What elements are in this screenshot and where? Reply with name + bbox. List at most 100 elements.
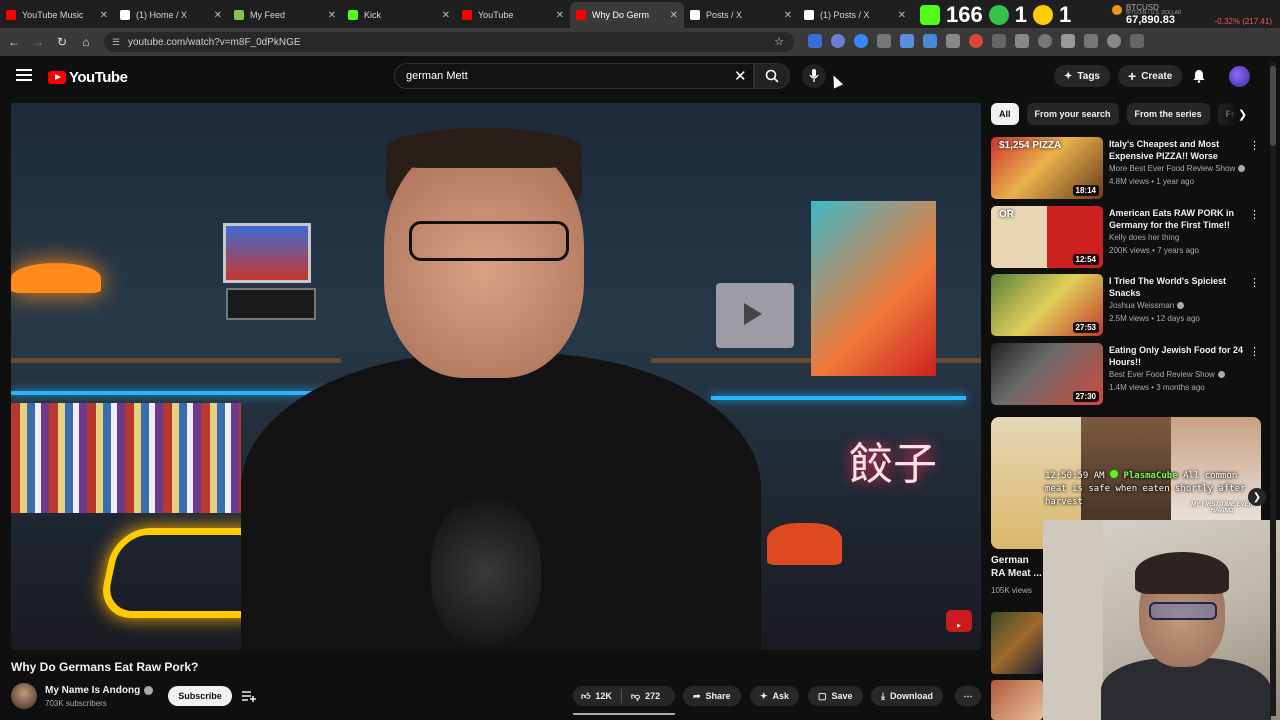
filter-chips: AllFrom your searchFrom the seriesFr: [991, 103, 1243, 125]
recommendation-card[interactable]: 27:30 Eating Only Jewish Food for 24 Hour…: [991, 343, 1261, 407]
zoom-icon[interactable]: [1107, 34, 1121, 48]
bookmark-star-icon[interactable]: ☆: [774, 35, 784, 48]
extension-icon[interactable]: [969, 34, 983, 48]
recommendation-channel[interactable]: Best Ever Food Review Show: [1109, 370, 1225, 379]
back-icon[interactable]: ←: [2, 35, 26, 49]
browser-tab[interactable]: Kick ✕: [342, 2, 456, 28]
hamburger-menu-icon[interactable]: [16, 69, 32, 81]
recommendation-title[interactable]: I Tried The World's Spiciest Snacks: [1109, 275, 1247, 299]
extension-icon[interactable]: [877, 34, 891, 48]
youtube-logo-text: YouTube: [69, 69, 128, 86]
more-actions-button[interactable]: ⋯: [955, 686, 981, 706]
subscribe-button[interactable]: Subscribe: [168, 686, 232, 706]
recommendation-channel[interactable]: Joshua Weissman: [1109, 301, 1185, 310]
recommendation-card[interactable]: $1,254 PIZZA 18:14 Italy's Cheapest and Mo…: [991, 137, 1261, 201]
close-tab-icon[interactable]: ✕: [442, 10, 450, 21]
address-bar[interactable]: ☰ youtube.com/watch?v=m8F_0dPkNGE ☆: [104, 32, 794, 52]
close-tab-icon[interactable]: ✕: [898, 10, 906, 21]
recommendation-title[interactable]: Eating Only Jewish Food for 24 Hours!!: [1109, 344, 1247, 368]
recommendation-thumbnail[interactable]: [991, 612, 1043, 674]
dislike-button[interactable]: 👎︎ 272: [631, 691, 660, 702]
browser-tab[interactable]: YouTube ✕: [456, 2, 570, 28]
close-tab-icon[interactable]: ✕: [670, 10, 678, 21]
extension-icon[interactable]: [831, 34, 845, 48]
add-to-playlist-icon[interactable]: [242, 690, 256, 702]
tags-button[interactable]: ✦ Tags: [1054, 65, 1110, 87]
recommendation-thumbnail[interactable]: $1,254 PIZZA 18:14: [991, 137, 1103, 199]
menu-icon[interactable]: [1130, 34, 1144, 48]
recommendation-title[interactable]: Italy's Cheapest and Most Expensive PIZZ…: [1109, 138, 1247, 162]
chat-timestamp: 12:50:59 AM: [1045, 471, 1105, 481]
more-vertical-icon[interactable]: ⋮: [1249, 208, 1260, 221]
subscribe-watermark-icon[interactable]: ▶: [946, 610, 972, 632]
extension-icon[interactable]: [946, 34, 960, 48]
search-input[interactable]: german Mett: [394, 63, 754, 89]
recommendation-title[interactable]: American Eats RAW PORK in Germany for th…: [1109, 207, 1247, 231]
extension-icon[interactable]: [808, 34, 822, 48]
shelf-video-title[interactable]: German RA Meat ...: [991, 554, 1043, 580]
filter-chip[interactable]: From your search: [1026, 103, 1119, 125]
create-button[interactable]: + Create: [1118, 65, 1183, 87]
close-tab-icon[interactable]: ✕: [214, 10, 222, 21]
play-button-award: [716, 283, 794, 348]
recommendation-channel[interactable]: Kelly does her thing: [1109, 233, 1179, 242]
filter-chip[interactable]: From the series: [1126, 103, 1210, 125]
site-info-icon[interactable]: ☰: [112, 37, 120, 48]
browser-tab[interactable]: YouTube Music ✕: [0, 2, 114, 28]
video-player[interactable]: 餃子 ▶: [11, 103, 981, 650]
filter-chip[interactable]: All: [991, 103, 1019, 125]
channel-avatar[interactable]: [11, 683, 37, 709]
recommendation-channel[interactable]: More Best Ever Food Review Show: [1109, 164, 1246, 173]
recommendation-card[interactable]: OR 12:54 American Eats RAW PORK in Germany…: [991, 206, 1261, 270]
more-vertical-icon[interactable]: ⋮: [1249, 345, 1260, 358]
clear-search-icon[interactable]: ✕: [734, 67, 747, 85]
recommendation-thumbnail[interactable]: [991, 680, 1043, 720]
verified-check-icon: [1177, 302, 1185, 309]
reload-icon[interactable]: ↻: [50, 35, 74, 49]
download-button[interactable]: ⤓ Download: [871, 686, 943, 706]
recommendation-card[interactable]: 27:53 I Tried The World's Spiciest Snacks…: [991, 274, 1261, 338]
extension-icon[interactable]: [854, 34, 868, 48]
close-tab-icon[interactable]: ✕: [100, 10, 108, 21]
forward-icon[interactable]: →: [26, 35, 50, 49]
browser-tab[interactable]: (1) Posts / X ✕: [798, 2, 912, 28]
browser-tab[interactable]: (1) Home / X ✕: [114, 2, 228, 28]
btc-ticker: BTCUSD BITCOIN / U.S. DOLLAR 67,890.83 -…: [1112, 3, 1272, 27]
account-avatar[interactable]: [1229, 66, 1250, 87]
notifications-bell-icon[interactable]: [1192, 69, 1206, 83]
recommendation-thumbnail[interactable]: OR 12:54: [991, 206, 1103, 268]
download-label: Download: [889, 691, 933, 701]
close-tab-icon[interactable]: ✕: [556, 10, 564, 21]
recommendation-thumbnail[interactable]: 27:30: [991, 343, 1103, 405]
youtube-logo[interactable]: YouTube: [48, 69, 128, 86]
search-button[interactable]: [754, 63, 790, 89]
recommendation-thumbnail[interactable]: 27:53: [991, 274, 1103, 336]
browser-tab[interactable]: Posts / X ✕: [684, 2, 798, 28]
scrollbar-thumb[interactable]: [1270, 66, 1276, 146]
shelf-next-button[interactable]: ❯: [1248, 488, 1266, 506]
browser-tab[interactable]: Why Do Germ ✕: [570, 2, 684, 28]
extensions-puzzle-icon[interactable]: [1015, 34, 1029, 48]
close-tab-icon[interactable]: ✕: [328, 10, 336, 21]
presenter-hair-top: [386, 128, 582, 168]
more-vertical-icon[interactable]: ⋮: [1249, 276, 1260, 289]
overlay-counter-c: 1: [1058, 2, 1072, 27]
voice-search-button[interactable]: [802, 64, 826, 88]
close-tab-icon[interactable]: ✕: [784, 10, 792, 21]
page-scrollbar[interactable]: [1270, 62, 1276, 716]
ask-button[interactable]: ✦ Ask: [750, 686, 800, 706]
devtools-icon[interactable]: [1084, 34, 1098, 48]
save-button[interactable]: ▢ Save: [808, 686, 863, 706]
extension-icon[interactable]: [923, 34, 937, 48]
like-button[interactable]: 👍︎ 12K: [581, 691, 612, 702]
browser-tab[interactable]: My Feed ✕: [228, 2, 342, 28]
home-icon[interactable]: ⌂: [74, 35, 98, 49]
chevron-right-icon[interactable]: ❯: [1238, 108, 1247, 121]
share-button[interactable]: ➦ Share: [683, 686, 741, 706]
more-vertical-icon[interactable]: ⋮: [1249, 139, 1260, 152]
extension-icon[interactable]: [900, 34, 914, 48]
channel-name[interactable]: My Name Is Andong: [45, 685, 154, 696]
history-icon[interactable]: [1038, 34, 1052, 48]
extension-icon[interactable]: [1061, 34, 1075, 48]
extension-icon[interactable]: [992, 34, 1006, 48]
